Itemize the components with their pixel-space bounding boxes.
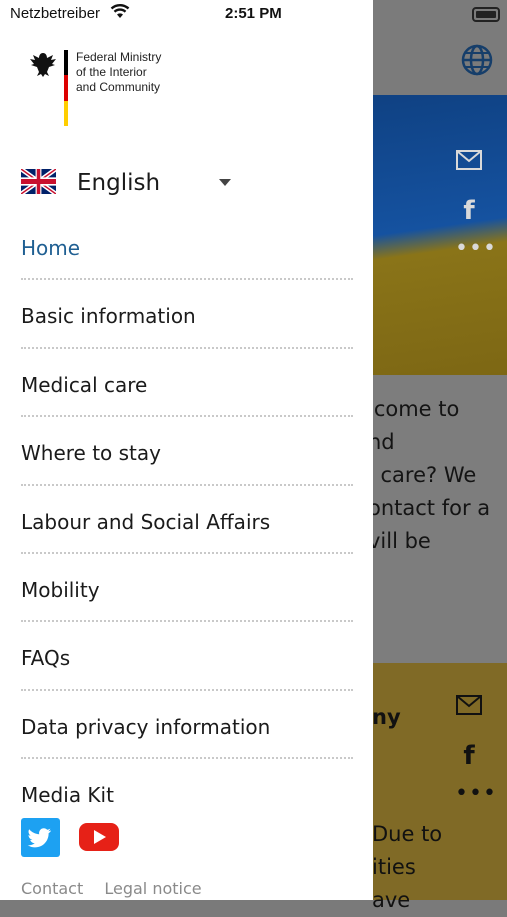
language-label: English <box>77 170 161 196</box>
hero-share-icons: f ••• <box>455 150 496 261</box>
intro-text: lcome to nd l care? We ontact for a vill be <box>368 397 491 553</box>
nav-item-label: Media Kit <box>21 783 114 808</box>
nav-item-label: Labour and Social Affairs <box>21 509 271 534</box>
nav-item-faqs[interactable]: FAQs <box>21 622 353 691</box>
nav-item-label: Home <box>21 236 81 260</box>
eagle-icon <box>28 50 58 82</box>
nav-item-label: FAQs <box>21 646 71 671</box>
drawer-footer: Contact Legal notice <box>21 879 218 898</box>
info-card-text: Due to ities ave <box>372 822 443 912</box>
contact-link[interactable]: Contact <box>21 879 83 898</box>
nav-item-medical-care[interactable]: Medical care <box>21 349 353 418</box>
card-share-icons: f ••• <box>455 695 496 806</box>
nav-item-labour-social-affairs[interactable]: Labour and Social Affairs <box>21 486 353 554</box>
mail-icon[interactable] <box>455 695 483 719</box>
chevron-down-icon[interactable] <box>219 179 231 186</box>
nav-item-where-to-stay[interactable]: Where to stay <box>21 417 353 486</box>
uk-flag-icon <box>20 166 57 197</box>
nav-item-label: Medical care <box>21 372 148 397</box>
nav-item-media-kit[interactable]: Media Kit <box>21 759 353 827</box>
wifi-icon <box>110 3 130 23</box>
ministry-name: Federal Ministry of the Interior and Com… <box>76 50 162 94</box>
youtube-icon[interactable] <box>79 823 119 851</box>
nav-item-home[interactable]: Home <box>21 212 353 281</box>
nav-item-basic-information[interactable]: Basic information <box>21 280 353 349</box>
nav-item-label: Where to stay <box>21 441 161 466</box>
nav-item-data-privacy[interactable]: Data privacy information <box>21 691 353 760</box>
status-bar: Netzbetreiber 2:51 PM <box>0 0 507 30</box>
twitter-icon[interactable] <box>21 818 60 857</box>
nav-item-label: Basic information <box>21 304 196 329</box>
nav-menu: Home Basic information Medical care Wher… <box>21 212 353 828</box>
clock: 2:51 PM <box>225 5 282 22</box>
more-icon[interactable]: ••• <box>455 236 496 261</box>
language-selector[interactable]: English <box>20 166 236 199</box>
legal-notice-link[interactable]: Legal notice <box>104 879 201 898</box>
battery-icon <box>472 7 500 22</box>
nav-item-mobility[interactable]: Mobility <box>21 554 353 623</box>
nav-item-label: Data privacy information <box>21 714 271 739</box>
globe-icon[interactable] <box>460 43 494 81</box>
facebook-icon[interactable]: f <box>455 196 483 226</box>
carrier-name: Netzbetreiber <box>10 5 101 22</box>
more-icon[interactable]: ••• <box>455 781 496 806</box>
nav-item-label: Mobility <box>21 577 100 602</box>
german-flag-stripe <box>64 50 68 126</box>
info-card-heading: ny <box>372 705 401 729</box>
navigation-drawer: Federal Ministry of the Interior and Com… <box>0 0 373 900</box>
facebook-icon[interactable]: f <box>455 741 483 771</box>
mail-icon[interactable] <box>455 150 483 174</box>
